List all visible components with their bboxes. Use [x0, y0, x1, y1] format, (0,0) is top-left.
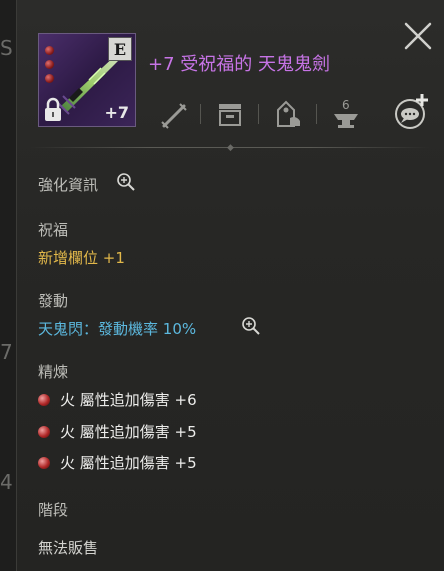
activation-separator: ： [83, 320, 99, 338]
zoom-in-icon[interactable] [116, 172, 136, 192]
action-separator [316, 104, 317, 124]
edge-text-fragment: S [0, 36, 13, 60]
action-separator [200, 104, 201, 124]
svg-text:6: 6 [342, 98, 350, 112]
refine-item: 火 屬性追加傷害 +5 [38, 421, 197, 442]
activation-value: 天鬼閃：發動機率 10% [38, 318, 196, 339]
refine-item: 火 屬性追加傷害 +6 [38, 389, 197, 410]
socket-slot-icon [45, 60, 54, 69]
item-action-bar: 6 [150, 94, 440, 140]
tier-label: 階段 [38, 501, 69, 519]
shop-bag-icon[interactable] [270, 96, 306, 132]
edge-text-fragment: 7 [0, 340, 13, 364]
red-orb-icon [38, 425, 50, 438]
action-separator [258, 104, 259, 124]
blessing-label: 祝福 [38, 221, 69, 239]
weapon-icon[interactable] [156, 96, 192, 132]
background-window-edge: S 7 4 [0, 0, 16, 571]
zoom-in-icon[interactable] [241, 316, 261, 336]
edge-text-fragment: 4 [0, 470, 13, 494]
socket-slot-icon [45, 74, 54, 83]
refine-item-text: 火 屬性追加傷害 +5 [60, 423, 197, 441]
red-orb-icon [38, 393, 50, 406]
red-orb-icon [38, 456, 50, 469]
socket-slot-icon [45, 46, 54, 55]
refine-item-text: 火 屬性追加傷害 +6 [60, 391, 197, 409]
refine-label: 精煉 [38, 363, 69, 381]
grade-badge: E [108, 37, 132, 61]
lock-icon [45, 97, 61, 121]
divider-ornament: ◆ [227, 143, 234, 153]
storage-icon[interactable] [212, 96, 248, 132]
enhance-level-badge: +7 [104, 103, 129, 122]
activation-skill-name: 天鬼閃 [38, 320, 84, 338]
anvil-icon[interactable]: 6 [328, 96, 364, 132]
blessing-value: 新增欄位 +1 [38, 249, 125, 267]
close-icon[interactable] [402, 20, 434, 52]
item-icon[interactable]: E +7 [38, 33, 136, 127]
refine-item-text: 火 屬性追加傷害 +5 [60, 454, 197, 472]
activation-label: 發動 [38, 292, 69, 310]
refine-item: 火 屬性追加傷害 +5 [38, 452, 197, 473]
item-name-title: +7 受祝福的 天鬼鬼劍 [148, 54, 330, 75]
activation-detail: 發動機率 10% [98, 320, 197, 338]
tier-value: 無法販售 [38, 539, 99, 557]
chat-add-icon[interactable] [390, 90, 434, 134]
enhance-info-label: 強化資訊 [38, 176, 99, 194]
